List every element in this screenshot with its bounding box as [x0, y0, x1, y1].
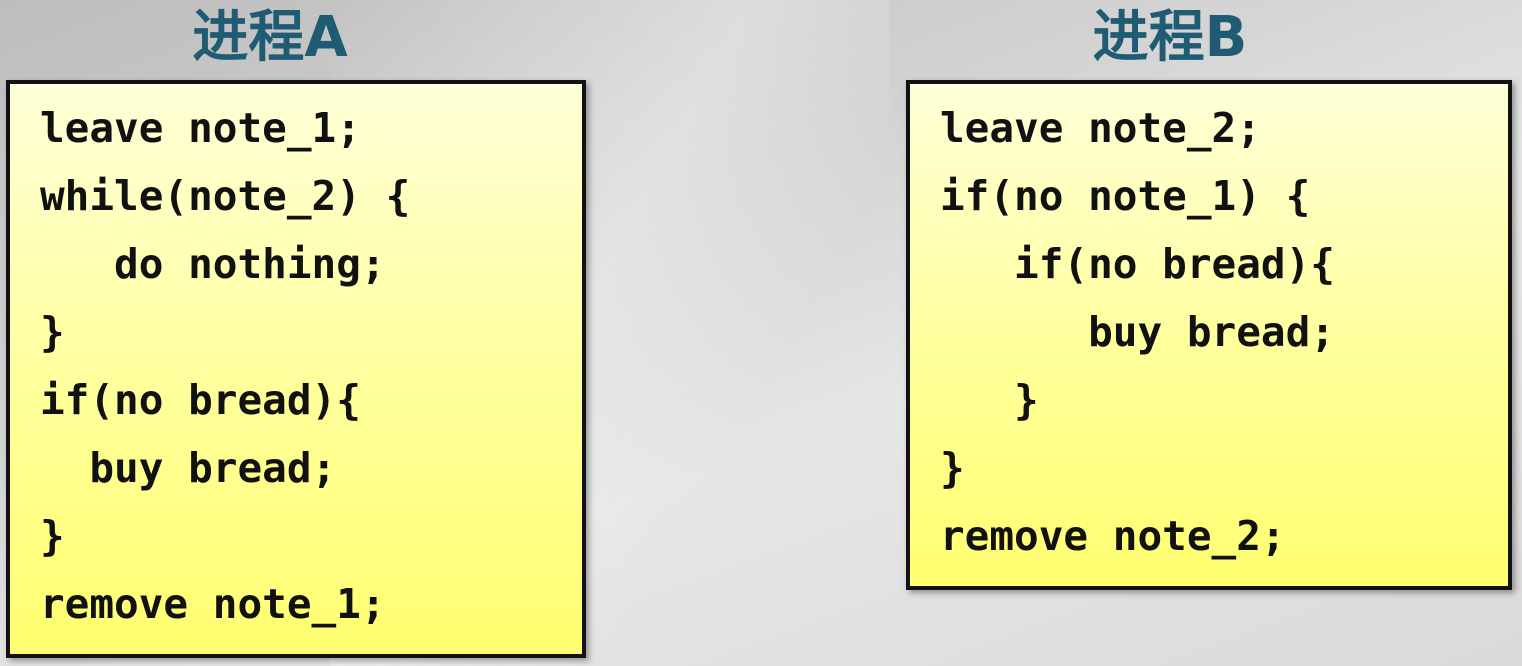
code-line: buy bread; — [40, 444, 337, 492]
code-line: do nothing; — [40, 240, 386, 288]
code-line: leave note_1; — [40, 104, 361, 152]
code-line: if(no bread){ — [40, 376, 361, 424]
code-line: remove note_2; — [940, 512, 1286, 560]
code-line: if(no bread){ — [940, 240, 1335, 288]
code-line: remove note_1; — [40, 580, 386, 628]
code-line: } — [940, 376, 1039, 424]
process-b-title: 进程B — [1092, 5, 1248, 70]
code-line: } — [40, 512, 65, 560]
process-b-code-box: leave note_2; if(no note_1) { if(no brea… — [906, 80, 1512, 590]
code-line: buy bread; — [940, 308, 1335, 356]
code-line: while(note_2) { — [40, 172, 411, 220]
code-line: } — [40, 308, 65, 356]
code-line: } — [940, 444, 965, 492]
process-a-title: 进程A — [192, 5, 348, 70]
process-a-code-box: leave note_1; while(note_2) { do nothing… — [6, 80, 586, 658]
code-line: if(no note_1) { — [940, 172, 1311, 220]
code-line: leave note_2; — [940, 104, 1261, 152]
